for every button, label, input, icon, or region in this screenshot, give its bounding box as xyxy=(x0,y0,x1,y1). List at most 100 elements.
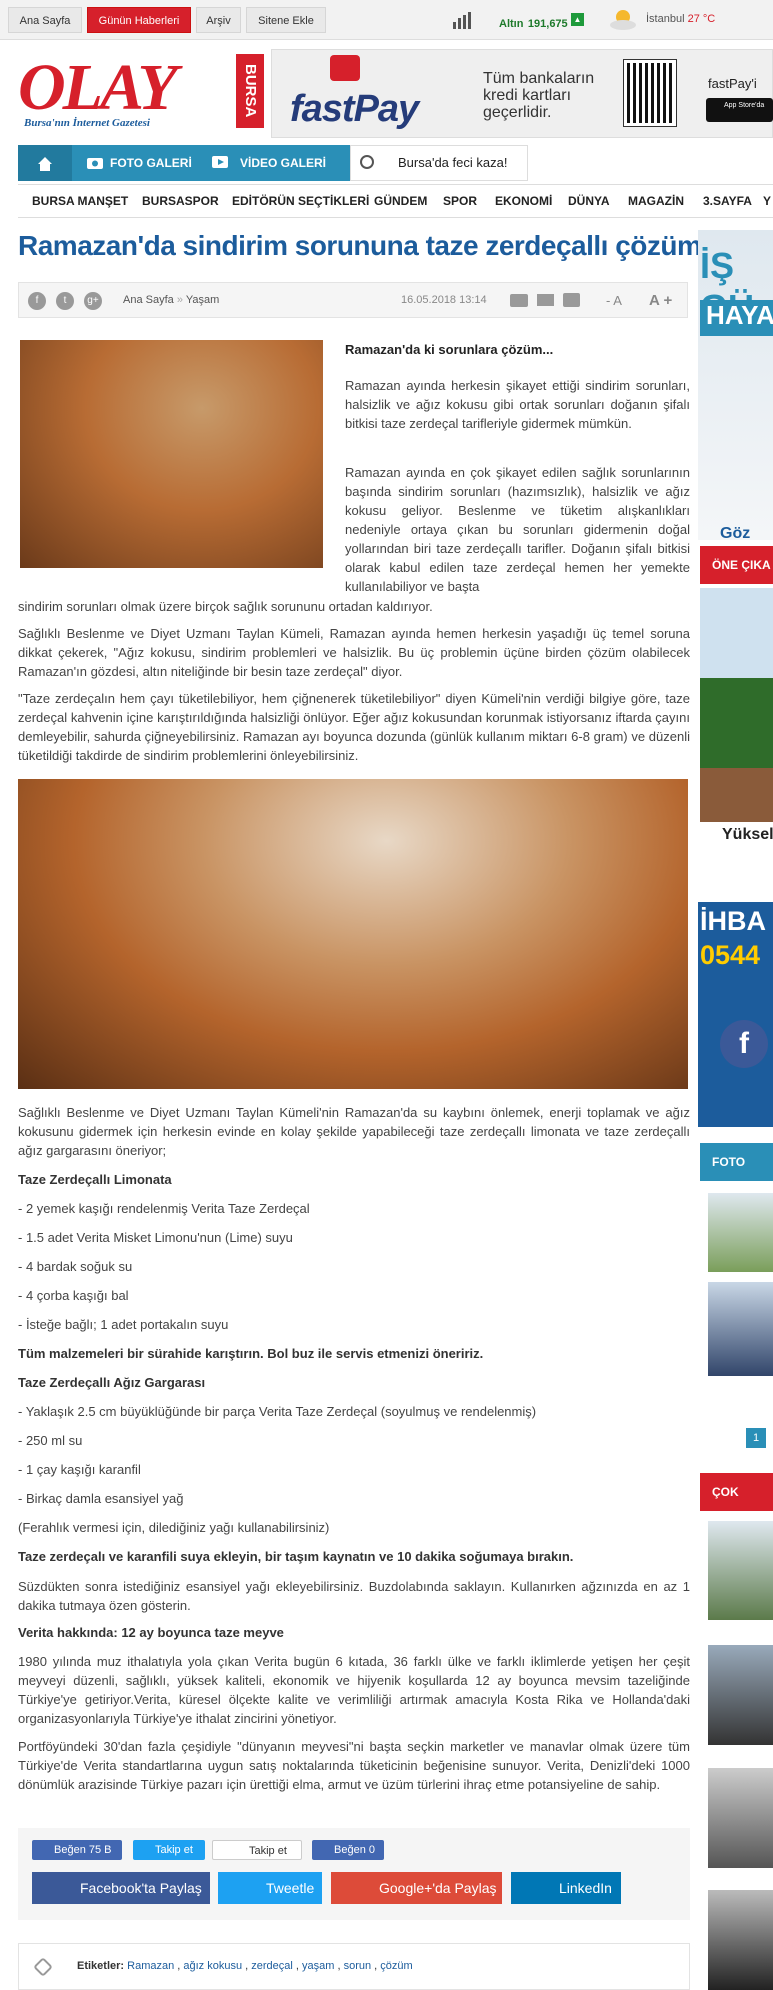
logo-tagline: Bursa'nın İnternet Gazetesi xyxy=(24,117,150,129)
article-paragraph-8: Portföyündeki 30'dan fazla çeşidiyle "dü… xyxy=(18,1739,690,1792)
lemonade-instruction: Tüm malzemeleri bir sürahide karıştırın.… xyxy=(18,1346,484,1361)
sidebar-featured-caption[interactable]: Yüksel xyxy=(722,826,773,844)
gold-value: 191,675 xyxy=(527,18,568,30)
tags-list: Etiketler: Ramazan , ağız kokusu , zerde… xyxy=(77,1960,413,1972)
font-increase-button[interactable]: A + xyxy=(649,292,672,309)
menu-more[interactable]: Y xyxy=(763,194,771,208)
up-arrow-icon: ▲ xyxy=(571,13,584,26)
menu-dunya[interactable]: DÜNYA xyxy=(568,194,610,208)
menu-magazin[interactable]: MAGAZİN xyxy=(628,194,684,208)
menu-bursaspor[interactable]: BURSASPOR xyxy=(142,194,219,208)
clock-icon xyxy=(360,155,374,169)
lemonade-item: - İsteğe bağlı; 1 adet portakalın suyu xyxy=(18,1317,229,1332)
archive-link[interactable]: Arşiv xyxy=(196,7,241,33)
menu-editors-picks[interactable]: EDİTÖRÜN SEÇTİKLERİ xyxy=(232,194,369,208)
app-store-badge[interactable]: App Store'da xyxy=(706,98,773,122)
tags-label: Etiketler: xyxy=(77,1960,125,1972)
facebook-icon: f xyxy=(720,1020,768,1068)
sidebar-photo-header: FOTO GAL xyxy=(700,1143,773,1207)
ad-text-3: geçerlidir. xyxy=(483,104,552,121)
menu-gundem[interactable]: GÜNDEM xyxy=(374,194,427,208)
linkedin-share-button[interactable]: LinkedIn xyxy=(511,1872,621,1904)
sidebar-page-button[interactable]: 1 xyxy=(746,1428,766,1448)
lemonade-item: - 4 çorba kaşığı bal xyxy=(18,1288,129,1303)
nav-photo-gallery[interactable]: FOTO GALERİ xyxy=(110,156,192,170)
gargle-note: (Ferahlık vermesi için, dilediğiniz yağı… xyxy=(18,1520,330,1535)
gold-price: Altın 191,675 xyxy=(499,14,568,32)
facebook-icon[interactable]: f xyxy=(28,292,46,310)
tag-link[interactable]: zerdeçal xyxy=(251,1960,293,1972)
breadcrumb-home[interactable]: Ana Sayfa xyxy=(123,294,174,306)
turmeric-image xyxy=(20,340,323,568)
twitter-share-button[interactable]: Tweetle xyxy=(218,1872,322,1904)
tag-link[interactable]: Ramazan xyxy=(127,1960,174,1972)
weather-city: İstanbul xyxy=(646,13,685,25)
sun-cloud-icon xyxy=(610,10,636,30)
article-paragraph-1: Ramazan ayında herkesin şikayet ettiği s… xyxy=(345,378,690,431)
article-toolbar: f t g+ Ana Sayfa » Yaşam 16.05.2018 13:1… xyxy=(18,282,688,318)
menu-3sayfa[interactable]: 3.SAYFA xyxy=(703,194,752,208)
sidebar-most-read-header: ÇOK OKUN xyxy=(700,1473,773,1537)
facebook-share-button[interactable]: Facebook'ta Paylaş xyxy=(32,1872,210,1904)
home-button[interactable] xyxy=(18,145,72,181)
tag-link[interactable]: yaşam xyxy=(302,1960,334,1972)
article-title: Ramazan'da sindirim sorununa taze zerdeç… xyxy=(18,230,711,261)
logo-sub: BURSA xyxy=(236,54,264,128)
facebook-like-button-2[interactable]: Beğen 0 xyxy=(312,1840,384,1860)
breadcrumb-separator: » xyxy=(176,294,183,306)
sidebar-ad-1-logo: Göz xyxy=(720,525,751,542)
ad-text-2: kredi kartları xyxy=(483,87,572,104)
google-plus-share-button[interactable]: Google+'da Paylaş xyxy=(331,1872,502,1904)
app-store-label: App Store'da xyxy=(724,102,765,109)
nav-video-gallery[interactable]: VİDEO GALERİ xyxy=(240,156,326,170)
twitter-icon[interactable]: t xyxy=(56,292,74,310)
add-to-site-link[interactable]: Sitene Ekle xyxy=(246,7,326,33)
menu-bursa-manset[interactable]: BURSA MANŞET xyxy=(32,194,128,208)
most-read-thumb[interactable] xyxy=(708,1645,773,1745)
article-paragraph-2a: Ramazan ayında en çok şikayet edilen sağ… xyxy=(345,465,690,594)
article-paragraph-2b: sindirim sorunları olmak üzere birçok sa… xyxy=(18,599,433,614)
gargle-item: - Yaklaşık 2.5 cm büyüklüğünde bir parça… xyxy=(18,1404,537,1419)
sidebar-featured-header: ÖNE ÇIKA xyxy=(700,546,773,584)
sidebar-ad-2-title: İHBA xyxy=(700,906,766,936)
google-follow-button[interactable]: Takip et xyxy=(212,1840,302,1860)
menu-spor[interactable]: SPOR xyxy=(443,194,477,208)
gold-label: Altın xyxy=(499,18,524,30)
ad-side-text: fastPay'i xyxy=(708,76,757,91)
article-paragraph-5: Sağlıklı Beslenme ve Diyet Uzmanı Taylan… xyxy=(18,1105,690,1158)
lemonade-item: - 2 yemek kaşığı rendelenmiş Verita Taze… xyxy=(18,1201,310,1216)
tag-link[interactable]: sorun xyxy=(344,1960,372,1972)
lemonade-item: - 4 bardak soğuk su xyxy=(18,1259,133,1274)
tag-link[interactable]: çözüm xyxy=(380,1960,412,1972)
breadcrumb-category[interactable]: Yaşam xyxy=(186,294,219,306)
turmeric-large-image xyxy=(18,779,688,1089)
twitter-follow-button[interactable]: Takip et xyxy=(133,1840,205,1860)
publish-date: 16.05.2018 13:14 xyxy=(401,294,487,306)
print-icon[interactable] xyxy=(563,293,580,307)
most-read-thumb[interactable] xyxy=(708,1521,773,1620)
mail-icon[interactable] xyxy=(537,294,554,306)
most-read-thumb[interactable] xyxy=(708,1768,773,1868)
sidebar-photo-thumb[interactable] xyxy=(708,1282,773,1376)
most-read-thumb[interactable] xyxy=(708,1890,773,1990)
facebook-like-button[interactable]: Beğen 75 B xyxy=(32,1840,122,1860)
chart-icon xyxy=(453,12,471,29)
article-paragraph-3: Sağlıklı Beslenme ve Diyet Uzmanı Taylan… xyxy=(18,626,690,679)
article-paragraph-6: Süzdükten sonra istediğiniz esansiyel ya… xyxy=(18,1579,690,1613)
breadcrumb: Ana Sayfa » Yaşam xyxy=(123,294,219,306)
weather-temp: 27 °C xyxy=(687,13,716,25)
comment-icon[interactable] xyxy=(510,294,528,307)
todays-news-link[interactable]: Günün Haberleri xyxy=(87,7,191,33)
google-plus-icon[interactable]: g+ xyxy=(84,292,102,310)
breaking-headline[interactable]: Bursa'da feci kaza! xyxy=(398,155,507,170)
site-logo[interactable]: OLAY xyxy=(18,55,178,121)
home-link[interactable]: Ana Sayfa xyxy=(8,7,82,33)
about-verita-heading: Verita hakkında: 12 ay boyunca taze meyv… xyxy=(18,1625,284,1640)
ad-brand: fastPay xyxy=(290,88,419,130)
qr-code-icon xyxy=(623,59,677,127)
menu-ekonomi[interactable]: EKONOMİ xyxy=(495,194,552,208)
sidebar-photo-thumb[interactable] xyxy=(708,1193,773,1272)
tag-link[interactable]: ağız kokusu xyxy=(183,1960,242,1972)
font-decrease-button[interactable]: - A xyxy=(606,293,622,308)
article-paragraph-4: "Taze zerdeçalın hem çayı tüketilebiliyo… xyxy=(18,691,690,763)
